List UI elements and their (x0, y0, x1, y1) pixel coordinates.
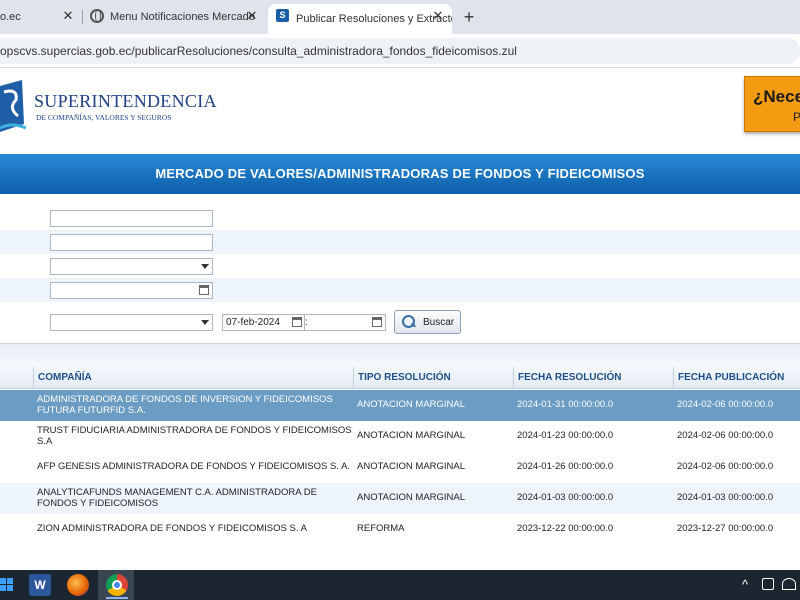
search-form: 07-feb-2024 : Buscar (0, 206, 800, 338)
table-header: COMPAÑÍA TIPO RESOLUCIÓN FECHA RESOLUCIÓ… (0, 367, 800, 389)
table-row[interactable]: ANALYTICAFUNDS MANAGEMENT C.A. ADMINISTR… (0, 483, 800, 514)
tab-publicar-resoluciones[interactable]: Publicar Resoluciones y Extracto ✕ (268, 4, 452, 34)
browser-tab-bar: o.ec ✕ Menu Notificaciones Mercado ✕ Pub… (0, 0, 800, 34)
table-cell-publication-date: 2024-02-06 00:00:00.0 (677, 430, 774, 442)
table-cell-type: REFORMA (357, 523, 405, 535)
tray-app-icon[interactable] (762, 578, 774, 590)
table-cell-resolution-date: 2024-01-26 00:00:00.0 (517, 461, 614, 473)
chevron-down-icon (201, 264, 209, 269)
text-input-1[interactable] (50, 210, 213, 227)
select-dropdown-1[interactable] (50, 258, 213, 275)
column-header-resolution-date[interactable]: FECHA RESOLUCIÓN (513, 367, 673, 389)
table-cell-resolution-date: 2024-01-31 00:00:00.0 (517, 399, 614, 411)
table-cell-publication-date: 2024-02-06 00:00:00.0 (677, 399, 774, 411)
table-cell-type: ANOTACION MARGINAL (357, 430, 466, 442)
table-row[interactable]: ADMINISTRADORA DE FONDOS DE INVERSION Y … (0, 390, 800, 421)
calendar-icon[interactable] (199, 285, 209, 295)
logo-title: SUPERINTENDENCIA (34, 91, 217, 111)
table-row[interactable]: TRUST FIDUCIARIA ADMINISTRADORA DE FONDO… (0, 421, 800, 452)
form-row-1 (0, 206, 800, 230)
search-button[interactable]: Buscar (394, 310, 461, 334)
tab-title: Menu Notificaciones Mercado (110, 11, 255, 23)
table-cell-index (0, 421, 33, 452)
date-from-input[interactable]: 07-feb-2024 (222, 314, 306, 331)
tab-previous[interactable]: o.ec ✕ (0, 4, 82, 30)
table-row[interactable]: ZION ADMINISTRADORA DE FONDOS Y FIDEICOM… (0, 514, 800, 545)
table-cell-company: AFP GENESIS ADMINISTRADORA DE FONDOS Y F… (37, 461, 351, 473)
word-app-icon[interactable]: W (29, 574, 51, 596)
column-header-type[interactable]: TIPO RESOLUCIÓN (353, 367, 513, 389)
table-cell-resolution-date: 2024-01-23 00:00:00.0 (517, 430, 614, 442)
table-cell-publication-date: 2024-01-03 00:00:00.0 (677, 492, 774, 504)
table-cell-index (0, 452, 33, 483)
date-input[interactable] (50, 282, 213, 299)
table-cell-company: TRUST FIDUCIARIA ADMINISTRADORA DE FONDO… (37, 425, 352, 447)
form-row-2 (0, 230, 800, 254)
tab-title: Publicar Resoluciones y Extracto (296, 13, 452, 25)
tab-close-icon[interactable]: ✕ (430, 8, 446, 24)
site-favicon-icon: S (276, 9, 289, 22)
tab-title: o.ec (0, 11, 21, 23)
search-button-label: Buscar (423, 316, 455, 328)
table-cell-type: ANOTACION MARGINAL (357, 492, 466, 504)
search-icon (401, 314, 417, 330)
table-cell-company: ANALYTICAFUNDS MANAGEMENT C.A. ADMINISTR… (37, 487, 317, 509)
table-cell-publication-date: 2023-12-27 00:00:00.0 (677, 523, 774, 535)
logo-subtitle: DE COMPAÑÍAS, VALORES Y SEGUROS (36, 113, 172, 122)
select-dropdown-2[interactable] (50, 314, 213, 331)
calendar-icon[interactable] (292, 317, 302, 327)
address-bar: opscvs.supercias.gob.ec/publicarResoluci… (0, 34, 800, 68)
table-cell-index (0, 514, 33, 545)
tab-close-icon[interactable]: ✕ (60, 8, 76, 24)
active-app-indicator (106, 597, 128, 599)
tab-menu-notificaciones[interactable]: Menu Notificaciones Mercado ✕ (82, 4, 266, 30)
firefox-app-icon[interactable] (67, 574, 89, 596)
url-field[interactable]: opscvs.supercias.gob.ec/publicarResoluci… (0, 38, 800, 64)
page-title: MERCADO DE VALORES/ADMINISTRADORAS DE FO… (0, 154, 800, 194)
new-tab-button[interactable]: + (458, 6, 480, 28)
column-header-index (0, 367, 33, 389)
form-row-3 (0, 254, 800, 278)
table-toolbar (0, 343, 800, 367)
table-cell-type: ANOTACION MARGINAL (357, 399, 466, 411)
results-table: COMPAÑÍA TIPO RESOLUCIÓN FECHA RESOLUCIÓ… (0, 343, 800, 553)
tray-network-icon[interactable] (782, 578, 796, 590)
chevron-down-icon (201, 320, 209, 325)
table-cell-company: ADMINISTRADORA DE FONDOS DE INVERSION Y … (37, 394, 333, 416)
help-promo-box[interactable]: ¿Nece P (744, 76, 800, 132)
table-cell-type: ANOTACION MARGINAL (357, 461, 466, 473)
table-cell-publication-date: 2024-02-06 00:00:00.0 (677, 461, 774, 473)
table-cell-index (0, 483, 33, 514)
column-header-publication-date[interactable]: FECHA PUBLICACIÓN (673, 367, 800, 389)
tab-close-icon[interactable]: ✕ (244, 8, 260, 24)
table-cell-resolution-date: 2024-01-03 00:00:00.0 (517, 492, 614, 504)
calendar-icon[interactable] (372, 317, 382, 327)
date-to-input[interactable]: : (304, 314, 386, 331)
promo-subtitle: P (793, 110, 800, 124)
date-separator: : (305, 317, 308, 328)
table-cell-resolution-date: 2023-12-22 00:00:00.0 (517, 523, 614, 535)
os-taskbar: W ^ (0, 570, 800, 600)
form-row-4 (0, 278, 800, 302)
url-text: opscvs.supercias.gob.ec/publicarResoluci… (0, 44, 517, 58)
supercias-logo-icon (0, 80, 26, 132)
promo-title: ¿Nece (753, 87, 800, 106)
column-header-company[interactable]: COMPAÑÍA (33, 367, 353, 389)
text-input-2[interactable] (50, 234, 213, 251)
table-cell-company: ZION ADMINISTRADORA DE FONDOS Y FIDEICOM… (37, 523, 307, 535)
table-cell-index (0, 390, 33, 421)
chrome-app-icon[interactable] (106, 574, 128, 596)
tray-chevron-up-icon[interactable]: ^ (742, 577, 748, 592)
windows-start-icon[interactable] (0, 574, 22, 596)
site-header: SUPERINTENDENCIA DE COMPAÑÍAS, VALORES Y… (0, 68, 800, 158)
date-from-value: 07-feb-2024 (226, 317, 280, 328)
table-row[interactable]: AFP GENESIS ADMINISTRADORA DE FONDOS Y F… (0, 452, 800, 483)
